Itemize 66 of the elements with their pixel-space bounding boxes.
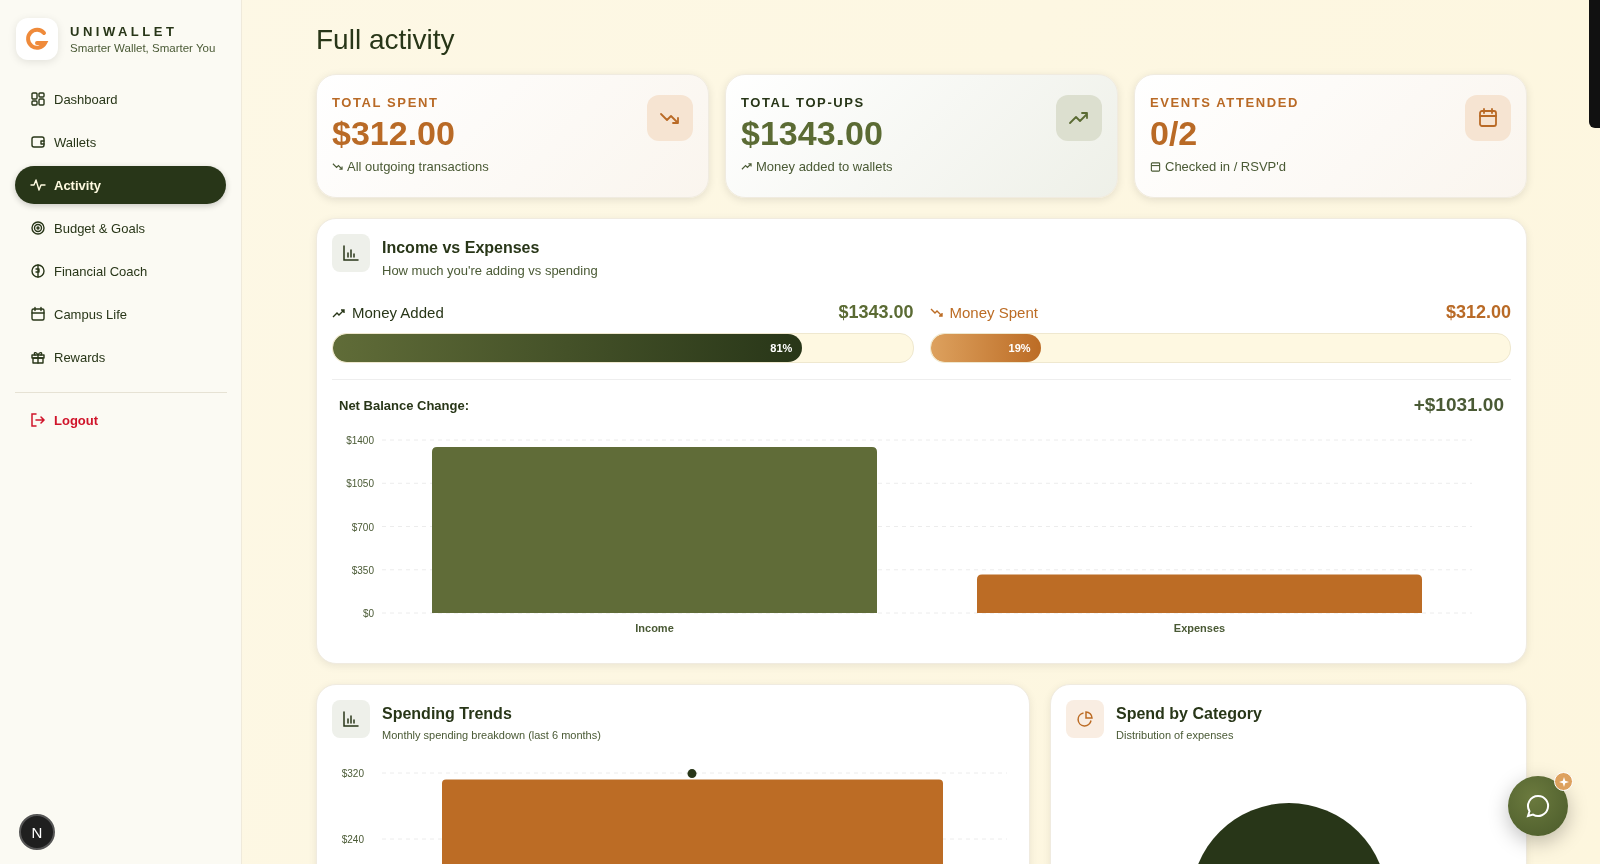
stat-note: Money added to wallets [756,159,893,174]
bar-chart-icon [332,234,370,272]
stat-value: $312.00 [332,114,456,153]
axis-tick-label: $320 [341,768,364,779]
sparkle-badge-icon [1554,772,1573,791]
percent-label: 19% [1008,342,1031,354]
axis-tick-label: $700 [351,521,374,533]
trend-down-icon [929,306,944,319]
nav-item[interactable]: Financial Coach [15,252,226,290]
logout-link[interactable]: Logout [15,405,226,435]
stat-value: 0/2 [1150,114,1199,153]
axis-tick-label: $1400 [346,435,374,446]
stat-note: Checked in / RSVP'd [1165,159,1286,174]
page-title: Full activity [316,23,456,57]
trend-up-icon [1056,95,1102,141]
axis-tick-label: $0 [362,608,374,619]
brand-name: UNIWALLET [70,24,179,39]
meter-label: Money Added [352,304,444,321]
nav-item[interactable]: Wallets [15,123,226,161]
card-subtitle: Distribution of expenses [1116,729,1235,741]
meter-amount: $312.00 [1445,302,1511,323]
percent-label: 81% [770,342,793,354]
stat-value: $1343.00 [741,114,884,153]
nav-item[interactable]: Budget & Goals [15,209,226,247]
trend-up-icon [741,161,752,172]
calendar-icon [30,306,46,322]
category-label: Income [635,622,674,634]
card-subtitle: Monthly spending breakdown (last 6 months) [382,729,601,741]
activity-pulse-icon [30,177,46,193]
nav-item[interactable]: Activity [15,166,226,204]
trend-down-icon [647,95,693,141]
calendar-icon [1465,95,1511,141]
gift-icon [30,349,46,365]
trend-up-icon [332,306,346,319]
nav-item[interactable]: Dashboard [15,80,226,118]
user-avatar[interactable]: N [19,814,55,850]
bar-chart-icon [332,700,370,738]
card-title: Income vs Expenses [382,239,541,257]
meter-amount: $1343.00 [838,302,914,323]
trend-down-icon [332,161,343,172]
axis-tick-label: $350 [351,564,374,576]
stat-note: All outgoing transactions [347,159,489,174]
stat-label: TOTAL TOP-UPS [741,95,866,110]
dashboard-grid-icon [30,91,46,107]
calendar-icon [1150,161,1161,172]
meter-label: Money Spent [949,304,1038,321]
brand-tagline: Smarter Wallet, Smarter You [70,42,216,54]
axis-tick-label: $1050 [346,478,374,490]
target-icon [30,220,46,236]
pie-chart-icon [1066,700,1104,738]
stat-label: TOTAL SPENT [332,95,440,110]
axis-tick-label: $240 [341,834,364,845]
card-subtitle: How much you're adding vs spending [382,263,598,278]
wallet-icon [30,134,46,150]
logo-icon [16,18,58,60]
net-label: Net Balance Change: [339,397,470,413]
logout-icon [30,412,46,428]
card-title: Spend by Category [1116,705,1262,723]
nav-item[interactable]: Rewards [15,338,226,376]
card-title: Spending Trends [382,705,513,723]
net-value: +$1031.00 [1413,394,1504,416]
category-label: Expenses [1173,622,1226,634]
stat-label: EVENTS ATTENDED [1150,95,1299,110]
nav-item[interactable]: Campus Life [15,295,226,333]
data-point [687,769,697,779]
coin-icon [30,263,46,279]
